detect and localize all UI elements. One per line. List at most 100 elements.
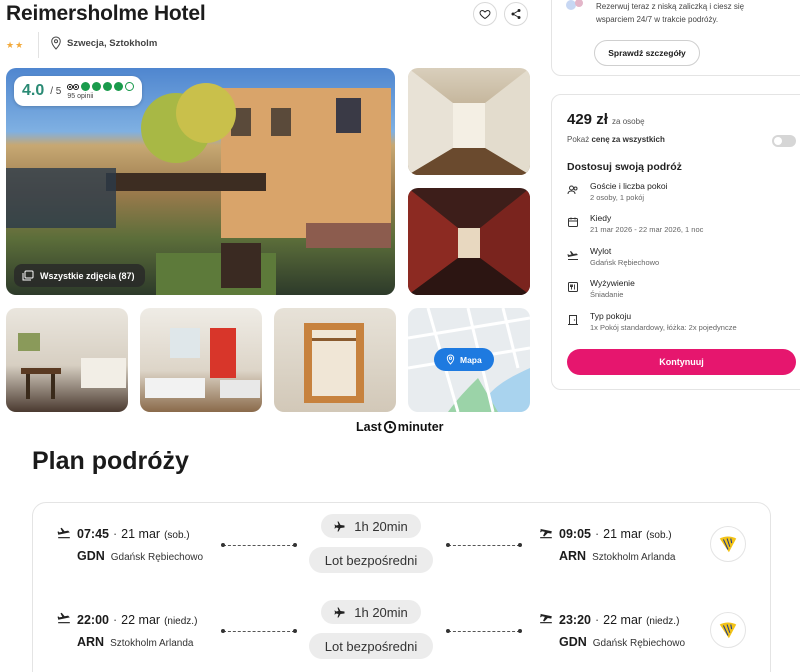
departure-airport: GDN Gdańsk Rębiechowo (77, 549, 203, 563)
show-total-toggle[interactable] (772, 135, 796, 147)
arrival-time: 09:05 · 21 mar (sob.) (559, 527, 672, 541)
duration-pill: 1h 20min (321, 514, 421, 538)
price-line: 429 zł za osobę (567, 111, 645, 128)
room-illustration (145, 328, 260, 398)
favorite-button[interactable] (473, 2, 497, 26)
location-pin-icon (446, 354, 455, 365)
option-guests[interactable]: Goście i liczba pokoi 2 osoby, 1 pokój (567, 181, 800, 211)
share-button[interactable] (504, 2, 528, 26)
duration: 1h 20min (354, 518, 408, 534)
option-value: Gdańsk Rębiechowo (590, 258, 660, 267)
date: 21 mar (121, 527, 161, 541)
option-departure[interactable]: WylotGdańsk Rębiechowo › (567, 246, 800, 276)
meal-icon (568, 282, 578, 292)
divider (38, 32, 39, 58)
harp-logo-icon (719, 536, 737, 553)
weekday: (niedz.) (164, 616, 198, 627)
all-photos-label: Wszystkie zdjęcia (87) (40, 270, 135, 281)
time: 23:20 (559, 613, 591, 627)
logo-text-right: minuter (397, 420, 444, 434)
option-value: 21 mar 2026 - 22 mar 2026, 1 noc (590, 225, 704, 234)
departure-plane-icon (57, 612, 70, 624)
airline-logo (710, 612, 746, 648)
option-dates[interactable]: Kiedy 21 mar 2026 - 22 mar 2026, 1 noc (567, 213, 800, 243)
gallery-icon (22, 270, 34, 281)
arrival-airport: GDN Gdańsk Rębiechowo (559, 635, 685, 649)
rating-badge[interactable]: 4.0 / 5 95 opinii (14, 76, 143, 106)
rating-scale: / 5 (50, 85, 62, 97)
main-hotel-photo[interactable]: 4.0 / 5 95 opinii Wszystkie zdjęcia (87) (6, 68, 395, 295)
airport-name: Gdańsk Rębiechowo (110, 552, 204, 563)
hotel-location[interactable]: Szwecja, Sztokholm (50, 36, 157, 50)
show-total-label: Pokaż cenę za wszystkich (567, 135, 665, 144)
booking-card: 429 zł za osobę Pokaż cenę za wszystkich… (551, 94, 800, 390)
departure-time: 07:45 · 21 mar (sob.) (77, 527, 190, 541)
rating-dot (114, 82, 124, 91)
dining-illustration (18, 333, 126, 399)
promo-text-2: wsparciem 24/7 w trakcie podróży. (596, 15, 719, 24)
harp-logo-icon (719, 622, 737, 639)
review-count: 95 opinii (67, 93, 94, 100)
flight-legs-card: 07:45 · 21 mar (sob.) GDN Gdańsk Rębiechowo … (32, 502, 771, 672)
rating-dot (103, 82, 113, 91)
support-illustration-icon (566, 0, 583, 10)
airport-name: Sztokholm Arlanda (110, 638, 194, 649)
weekday: (sob.) (164, 530, 190, 541)
time: 22:00 (77, 613, 109, 627)
option-label: Goście i liczba pokoi (590, 181, 668, 191)
share-icon (511, 9, 521, 19)
rating-score: 4.0 (22, 82, 45, 99)
location-text: Szwecja, Sztokholm (67, 37, 158, 49)
wardrobe-photo[interactable] (274, 308, 396, 412)
logo-text-left: Last (356, 420, 382, 434)
dining-room-photo[interactable] (6, 308, 128, 412)
map-button[interactable]: Mapa (434, 348, 494, 371)
clock-logo-icon (383, 420, 396, 434)
show-total-bold: cenę za wszystkich (591, 135, 665, 144)
option-meals[interactable]: WyżywienieŚniadanie › (567, 278, 800, 308)
arrival-time: 23:20 · 22 mar (niedz.) (559, 613, 680, 627)
direct-flight-pill: Lot bezpośredni (309, 633, 433, 659)
rating-dot (81, 82, 91, 91)
continue-button[interactable]: Kontynuuj (567, 349, 796, 375)
all-photos-button[interactable]: Wszystkie zdjęcia (87) (14, 264, 145, 287)
weekday: (niedz.) (646, 616, 680, 627)
corridor-illustration (408, 68, 530, 175)
plane-icon (334, 521, 345, 532)
airport-name: Gdańsk Rębiechowo (592, 638, 686, 649)
departure-airport: ARN Sztokholm Arlanda (77, 635, 193, 649)
corridor-photo-2[interactable] (408, 188, 530, 295)
route-line (446, 629, 522, 633)
wardrobe-illustration (304, 323, 364, 403)
rating-dot-empty (125, 82, 135, 91)
heart-icon (479, 9, 491, 20)
lastminuter-logo[interactable]: Last minuter (356, 420, 444, 434)
option-room-type[interactable]: Typ pokoju 1x Pokój standardowy, łóżka: 2… (567, 311, 800, 341)
room-photo[interactable] (140, 308, 262, 412)
corridor-photo-1[interactable] (408, 68, 530, 175)
price-value: 429 zł (567, 111, 608, 128)
map-thumbnail[interactable]: Mapa (408, 308, 530, 412)
tripadvisor-icon (67, 84, 80, 90)
date: 21 mar (603, 527, 643, 541)
option-label: Kiedy (590, 213, 612, 223)
option-label: Wyżywienie (590, 278, 635, 288)
calendar-icon (568, 217, 578, 227)
departure-time: 22:00 · 22 mar (niedz.) (77, 613, 198, 627)
direct-flight-pill: Lot bezpośredni (309, 547, 433, 573)
time: 09:05 (559, 527, 591, 541)
show-total-prefix: Pokaż (567, 135, 592, 144)
option-value: 1x Pokój standardowy, łóżka: 2x pojedync… (590, 323, 737, 332)
duration: 1h 20min (354, 604, 408, 620)
route-line (221, 629, 297, 633)
plane-icon (567, 251, 578, 260)
time: 07:45 (77, 527, 109, 541)
corridor-red-illustration (408, 188, 530, 295)
option-label: Wylot (590, 246, 612, 256)
check-details-button[interactable]: Sprawdź szczegóły (594, 40, 700, 66)
rating-dot (92, 82, 102, 91)
airport-code: ARN (559, 549, 587, 563)
option-value: 2 osoby, 1 pokój (590, 193, 645, 202)
location-pin-icon (51, 36, 61, 50)
arrival-airport: ARN Sztokholm Arlanda (559, 549, 675, 563)
